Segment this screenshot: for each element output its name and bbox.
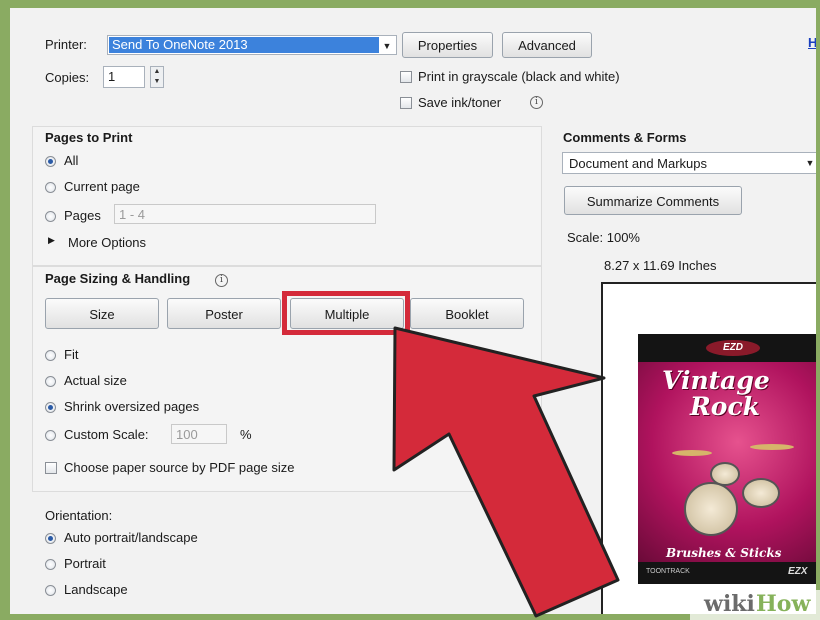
watermark-how: How [756, 591, 811, 617]
watermark-wiki: wiki [704, 591, 755, 617]
red-arrow-annotation [392, 326, 620, 618]
watermark-badge: wiki How [690, 590, 820, 620]
